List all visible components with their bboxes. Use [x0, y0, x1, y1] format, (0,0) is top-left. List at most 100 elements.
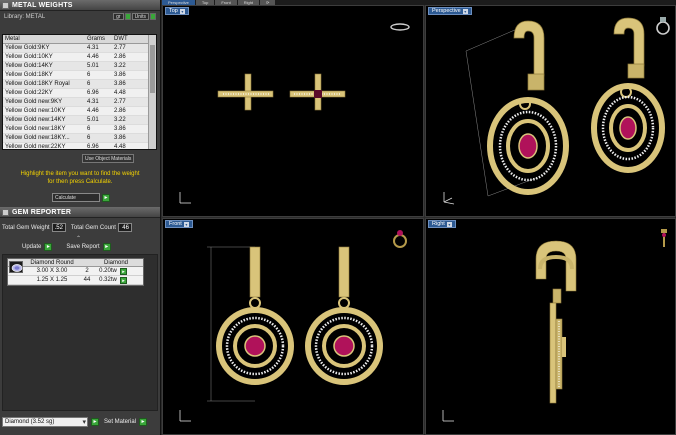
metal-row[interactable]: Yellow Gold new:18KY... 6 3.86	[3, 134, 156, 143]
gem-actions: Update ▸ Save Report ▸	[22, 243, 111, 251]
left-panel: METAL WEIGHTS Library: METAL gr Units Me…	[0, 0, 161, 435]
metal-cell-metal: Yellow Gold new:10KY	[5, 108, 66, 114]
scroll-thumb[interactable]	[150, 45, 155, 93]
library-label: Library: METAL	[4, 14, 46, 20]
earring-perspective-right	[591, 17, 665, 173]
metal-cell-dwt: 3.86	[114, 72, 126, 78]
unit-gr-button[interactable]: gr	[113, 13, 124, 20]
right-view-render	[535, 240, 577, 404]
ring-preview-icon	[656, 17, 670, 35]
material-go-button[interactable]: ▸	[91, 418, 99, 426]
viewport-top[interactable]: Top ▾	[162, 5, 424, 217]
metal-cell-metal: Yellow Gold:14KY	[5, 63, 53, 69]
metal-cell-grams: 6	[87, 81, 91, 87]
metal-cell-dwt: 3.86	[114, 126, 126, 132]
metal-cell-metal: Yellow Gold:18KY	[5, 72, 53, 78]
total-gem-count-value: 46	[117, 223, 132, 232]
ring-preview-icon	[390, 23, 410, 31]
metal-table-header: Metal Grams DWT	[3, 35, 156, 44]
earring-top-left	[217, 73, 274, 111]
metal-cell-metal: Yellow Gold new:22KY	[5, 144, 66, 150]
units-button[interactable]: Units	[131, 13, 149, 20]
viewport-right[interactable]: Right ▾	[425, 218, 676, 435]
save-report-label: Save Report	[66, 244, 100, 250]
metal-table: Metal Grams DWT Yellow Gold:9KY 4.31 2.77 Y…	[2, 34, 157, 150]
unit-gr-check-icon[interactable]	[124, 13, 131, 20]
metal-cell-metal: Yellow Gold:9KY	[5, 45, 50, 51]
metal-row[interactable]: Yellow Gold:9KY 4.31 2.77	[3, 44, 156, 53]
metal-cell-dwt: 3.86	[114, 81, 126, 87]
metal-cell-metal: Yellow Gold:22KY	[5, 90, 53, 96]
ring-preview-icon	[661, 229, 667, 247]
calculate-dropdown[interactable]: Calculate	[52, 193, 100, 202]
gem-rows: 3.00 X 3.00 2 0.20tw ▸ 1.25 X 1.25 44 0.32tw ▸	[8, 267, 143, 285]
metal-row[interactable]: Yellow Gold:18KY Royal 6 3.86	[3, 80, 156, 89]
earring-front-left	[216, 246, 294, 385]
metal-row[interactable]: Yellow Gold new:9KY 4.31 2.77	[3, 98, 156, 107]
material-bar: Diamond (3.52 sg) ▸ Set Material ▸	[2, 417, 158, 427]
col-metal[interactable]: Metal	[3, 35, 86, 43]
metal-row[interactable]: Yellow Gold:18KY 6 3.86	[3, 71, 156, 80]
metal-cell-dwt: 3.22	[114, 117, 126, 123]
metal-cell-grams: 5.01	[87, 117, 99, 123]
panel-pin-icon[interactable]	[2, 1, 9, 9]
update-button[interactable]: ▸	[44, 243, 53, 251]
use-object-materials-button[interactable]: Use Object Materials	[82, 154, 135, 163]
units-check-icon[interactable]	[150, 13, 156, 20]
metal-cell-grams: 6.96	[87, 90, 99, 96]
metal-row[interactable]: Yellow Gold new:22KY 6.96 4.48	[3, 143, 156, 150]
metal-cell-grams: 6.96	[87, 144, 99, 150]
metal-rows: Yellow Gold:9KY 4.31 2.77 Yellow Gold:10KY 4…	[3, 44, 156, 150]
set-material-button[interactable]: ▸	[139, 418, 148, 426]
viewport-perspective[interactable]: Perspective ▾	[425, 5, 676, 217]
gem-list-area: Diamond Round Diamond 3.00 X 3.00 2 0.20tw…	[2, 254, 158, 411]
material-dropdown[interactable]: Diamond (3.52 sg)	[2, 417, 88, 427]
save-report-button[interactable]: ▸	[102, 243, 111, 251]
viewport-front[interactable]: Front ▾	[162, 218, 424, 435]
unit-buttons: gr Units	[113, 13, 156, 20]
gem-table: Diamond Round Diamond 3.00 X 3.00 2 0.20tw…	[7, 258, 144, 286]
metal-row[interactable]: Yellow Gold new:18KY 6 3.86	[3, 125, 156, 134]
earring-side	[535, 240, 577, 404]
set-material-label: Set Material	[104, 419, 137, 425]
metal-row[interactable]: Yellow Gold:14KY 5.01 3.22	[3, 62, 156, 71]
metal-cell-grams: 4.31	[87, 99, 99, 105]
gem-row-go-button[interactable]: ▸	[120, 267, 127, 275]
hint-line-2: for then press Calculate.	[47, 179, 113, 185]
total-gem-weight-label: Total Gem Weight	[2, 224, 50, 231]
axis-gizmo-icon	[179, 410, 191, 422]
gem-cell-qty: 2	[85, 267, 89, 274]
gem-cell-size: 3.00 X 3.00	[36, 267, 68, 274]
gem-reporter-title: GEM REPORTER	[12, 208, 72, 216]
gem-cell-qty: 44	[83, 276, 91, 283]
col-diamond-round: Diamond Round	[30, 260, 74, 266]
metal-cell-metal: Yellow Gold new:14KY	[5, 117, 66, 123]
metal-table-scrollbar[interactable]	[148, 35, 156, 149]
panel-pin-icon[interactable]	[2, 208, 9, 216]
axis-gizmo-icon	[179, 192, 191, 204]
collapse-icon[interactable]: ⌃	[76, 235, 81, 242]
total-gem-count-label: Total Gem Count	[70, 224, 116, 231]
metal-row[interactable]: Yellow Gold:22KY 6.96 4.48	[3, 89, 156, 98]
metal-weights-header: METAL WEIGHTS	[0, 0, 160, 11]
col-dwt[interactable]: DWT	[113, 35, 141, 43]
front-view-render	[207, 246, 383, 402]
metal-cell-dwt: 4.48	[114, 144, 126, 150]
col-grams[interactable]: Grams	[86, 35, 113, 43]
calculate-row: Calculate ▸	[52, 193, 110, 202]
metal-row[interactable]: Yellow Gold:10KY 4.46 2.86	[3, 53, 156, 62]
ring-preview-icon	[393, 230, 407, 248]
gem-row-go-button[interactable]: ▸	[120, 276, 127, 284]
earring-front-right	[305, 246, 383, 385]
metal-cell-grams: 4.46	[87, 108, 99, 114]
col-diamond: Diamond	[103, 260, 128, 266]
perspective-view-render	[465, 17, 665, 197]
metal-cell-metal: Yellow Gold new:18KY	[5, 126, 66, 132]
gem-totals-row: Total Gem Weight .52 Total Gem Count 46	[2, 223, 158, 232]
metal-row[interactable]: Yellow Gold new:10KY 4.46 2.86	[3, 107, 156, 116]
gem-row[interactable]: 1.25 X 1.25 44 0.32tw ▸	[8, 276, 143, 285]
calculate-go-button[interactable]: ▸	[102, 193, 110, 202]
earring-top-right	[289, 73, 346, 111]
metal-row[interactable]: Yellow Gold new:14KY 5.01 3.22	[3, 116, 156, 125]
top-view-render	[217, 73, 346, 111]
